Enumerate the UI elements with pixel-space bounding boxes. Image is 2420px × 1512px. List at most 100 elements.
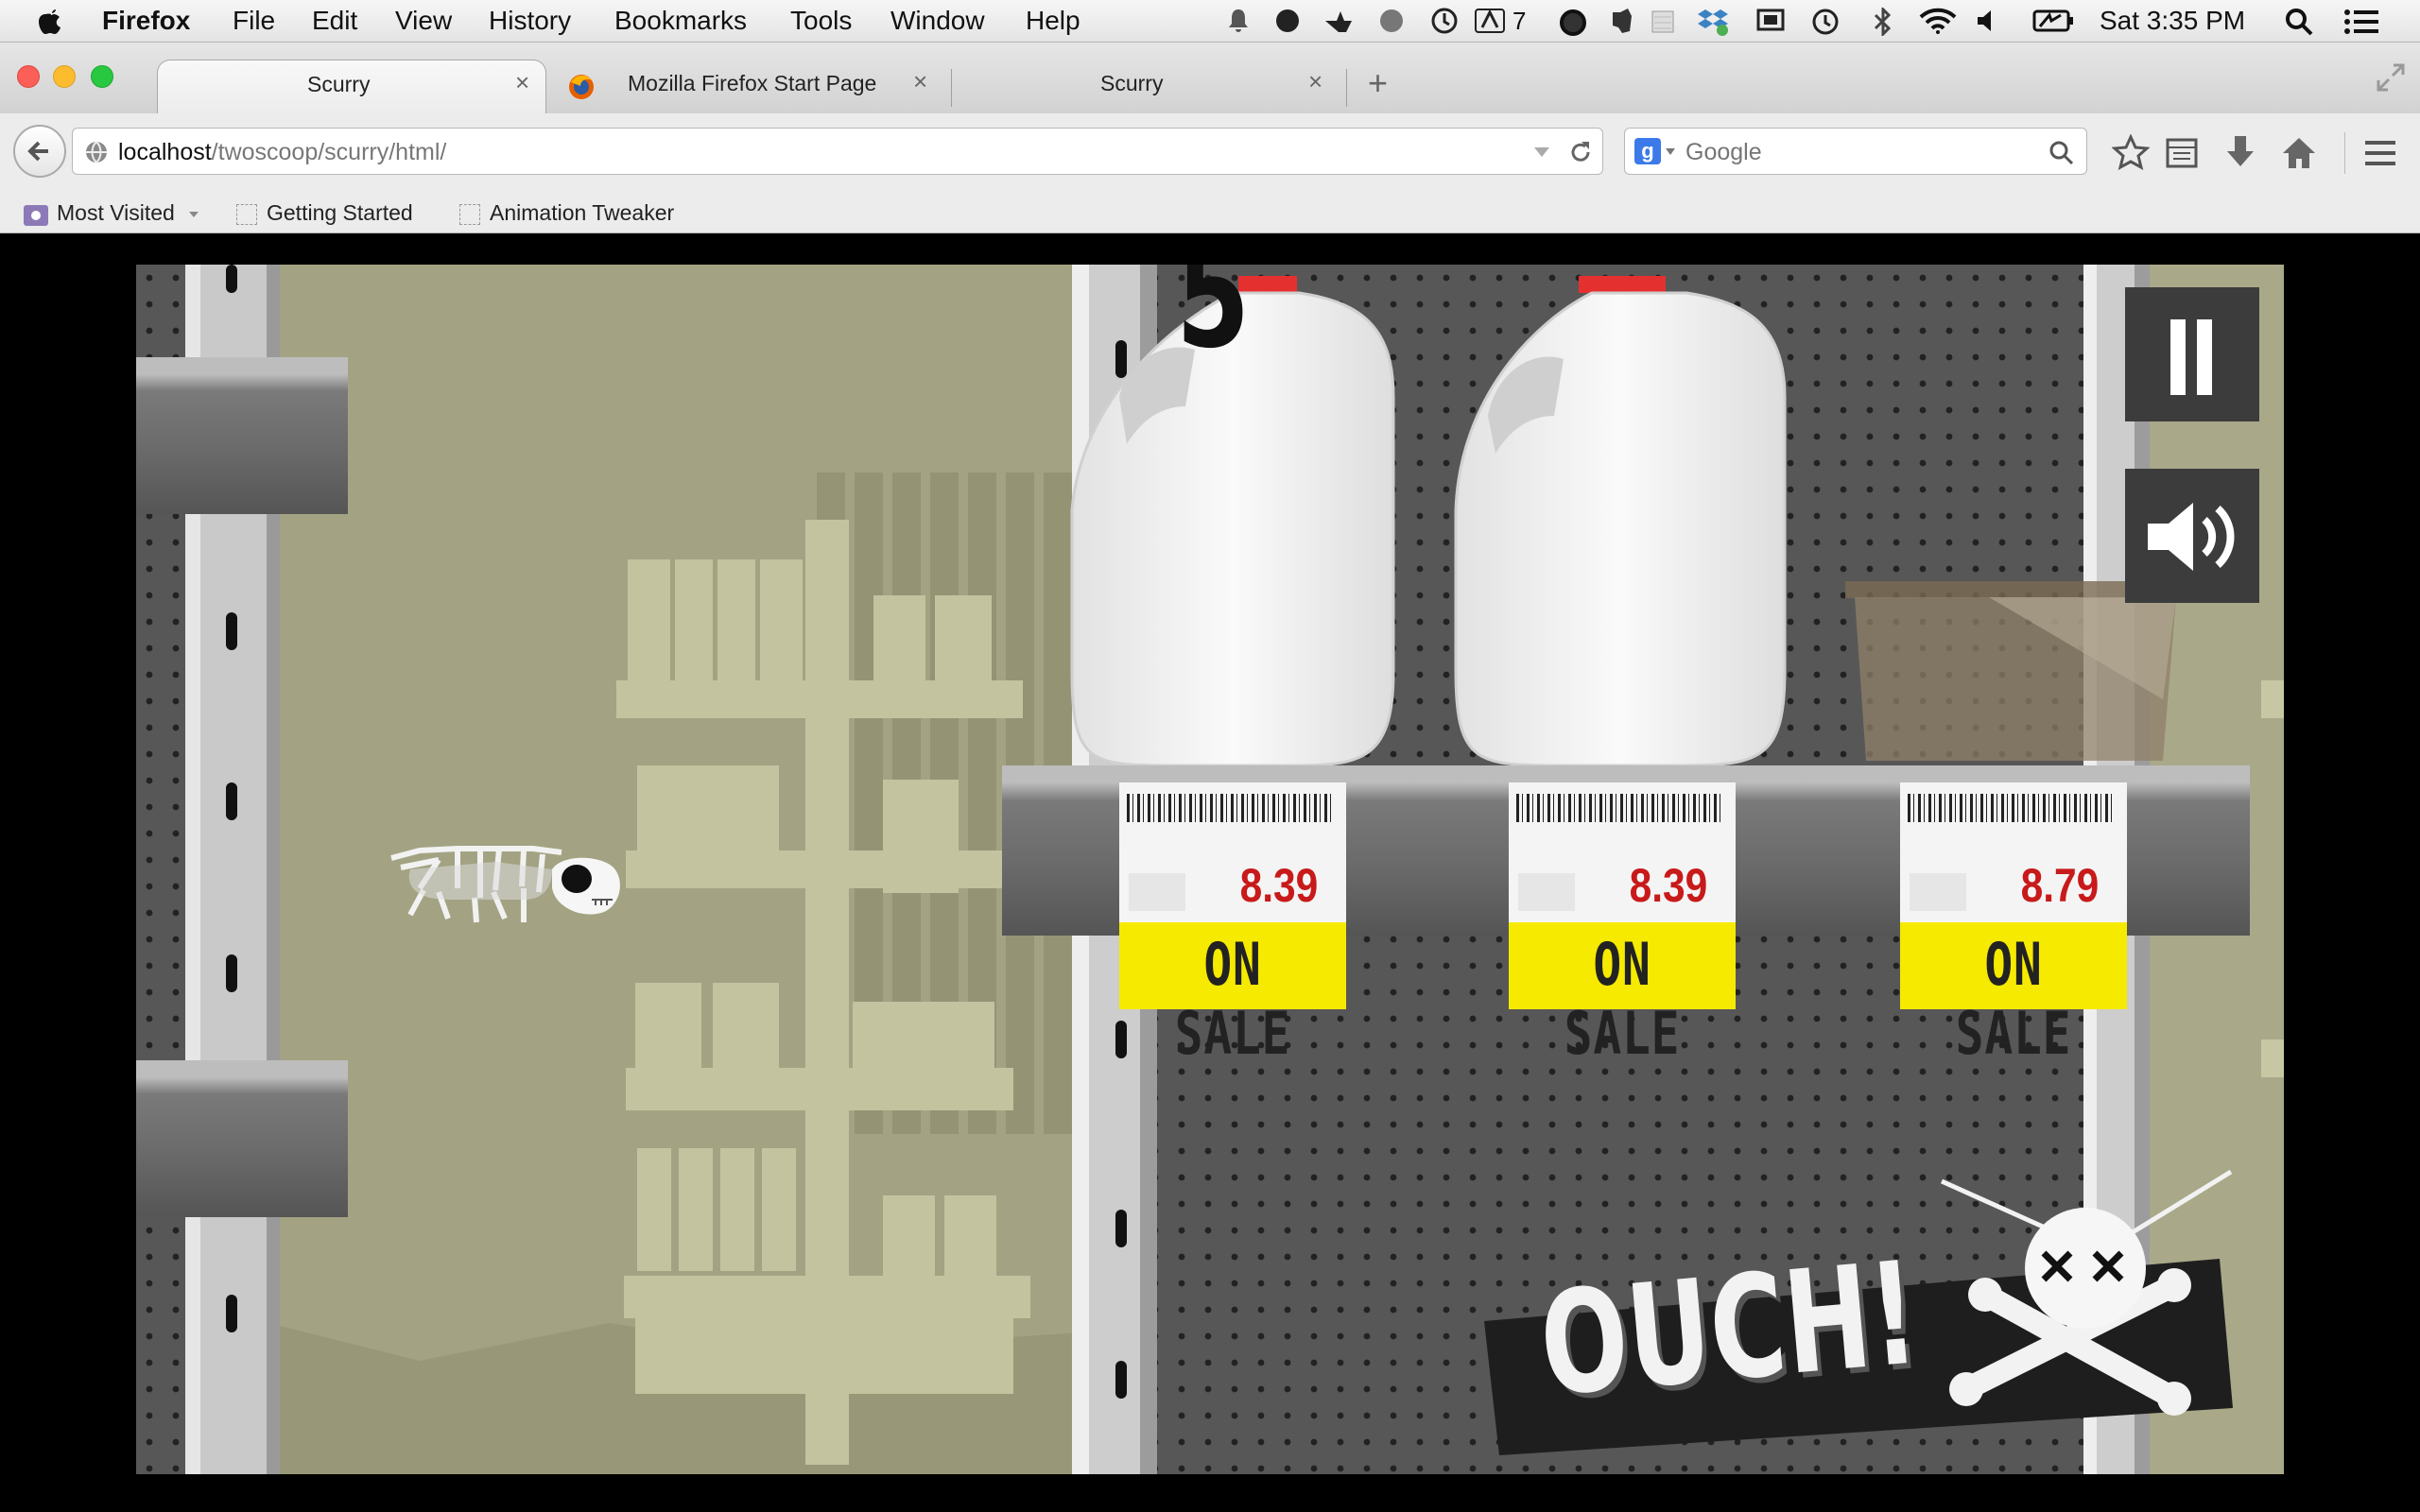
- search-engine-dropdown-icon[interactable]: [1665, 147, 1676, 157]
- volume-icon[interactable]: [1976, 9, 2000, 33]
- tab-title: Scurry: [1100, 71, 1164, 95]
- evernote-icon[interactable]: [1609, 7, 1634, 35]
- url-text: localhost/twoscoop/scurry/html/: [118, 139, 446, 166]
- menu-file[interactable]: File: [233, 0, 275, 42]
- price-value: 8.39: [1239, 859, 1318, 912]
- home-icon[interactable]: [2280, 134, 2318, 172]
- ouch-text: OUCH!: [1533, 1231, 1925, 1429]
- spotlight-search-icon[interactable]: [2284, 7, 2314, 37]
- navigation-toolbar: localhost/twoscoop/scurry/html/ g: [0, 113, 2420, 193]
- adobe-icon[interactable]: [1475, 9, 1505, 33]
- search-input[interactable]: [1684, 134, 2028, 170]
- firefox-icon: [569, 75, 594, 99]
- plastic-bin: [1845, 581, 2182, 761]
- barcode: [1908, 794, 2116, 822]
- bluetooth-icon[interactable]: [1870, 8, 1896, 36]
- bookmark-getting-started[interactable]: Getting Started: [236, 200, 413, 226]
- toolbar-divider: [2344, 132, 2345, 174]
- price-tag: 8.39 ON SALE: [1509, 782, 1736, 1068]
- menu-help[interactable]: Help: [1026, 0, 1080, 42]
- bookmarks-menu-icon[interactable]: [2165, 136, 2199, 170]
- url-history-dropdown-icon[interactable]: [1532, 146, 1551, 159]
- price-tag: 8.39 ON SALE: [1119, 782, 1346, 1068]
- price-value: 8.39: [1629, 859, 1707, 912]
- notification-bell-icon[interactable]: [1227, 8, 1250, 34]
- pause-button[interactable]: [2125, 287, 2259, 421]
- wifi-icon[interactable]: [1919, 8, 1957, 34]
- window-close-button[interactable]: [17, 65, 40, 88]
- window-zoom-button[interactable]: [91, 65, 113, 88]
- url-path: /twoscoop/scurry/html/: [211, 139, 447, 165]
- bookmark-star-icon[interactable]: [2112, 134, 2150, 172]
- menubar-clock[interactable]: Sat 3:35 PM: [2100, 0, 2245, 42]
- search-icon[interactable]: [2048, 140, 2075, 166]
- barcode: [1516, 794, 1724, 822]
- sale-text: ON SALE: [1174, 930, 1291, 1068]
- price-label-block: [1910, 873, 1966, 911]
- back-button[interactable]: [13, 125, 66, 178]
- sale-text: ON SALE: [1955, 930, 2072, 1068]
- bookmark-label: Animation Tweaker: [490, 200, 675, 225]
- game-canvas[interactable]: 5 8.39 ON SALE 8.39 ON SALE 8.79 ON SALE: [136, 265, 2284, 1474]
- display-mirroring-icon[interactable]: [1756, 9, 1785, 33]
- bookmark-label: Getting Started: [267, 200, 413, 225]
- menu-bookmarks[interactable]: Bookmarks: [614, 0, 747, 42]
- bookmark-label: Most Visited: [57, 200, 175, 225]
- price-label-block: [1518, 873, 1575, 911]
- downloads-icon[interactable]: [2223, 134, 2257, 172]
- score-counter: 5: [1176, 265, 1251, 380]
- apple-icon[interactable]: [38, 6, 64, 36]
- google-icon[interactable]: g: [1634, 138, 1661, 164]
- price-tag: 8.79 ON SALE: [1900, 782, 2127, 1068]
- ouch-banner: OUCH!: [1484, 1169, 2240, 1455]
- tab-close-icon[interactable]: ×: [913, 67, 927, 96]
- status-app-icon-3[interactable]: [1380, 9, 1403, 32]
- window-minimize-button[interactable]: [53, 65, 76, 88]
- price-label-block: [1129, 873, 1185, 911]
- tab-strip: Scurry × Mozilla Firefox Start Page × Sc…: [0, 43, 2420, 114]
- new-tab-button[interactable]: +: [1368, 63, 1388, 103]
- cockroach-skeleton-player: [390, 846, 620, 923]
- menu-view[interactable]: View: [395, 0, 452, 42]
- app-menu-firefox[interactable]: Firefox: [102, 0, 190, 42]
- dropbox-icon[interactable]: [1698, 8, 1728, 36]
- price-value: 8.79: [2020, 859, 2099, 912]
- menu-edit[interactable]: Edit: [312, 0, 357, 42]
- tab-divider: [1346, 69, 1347, 107]
- fullscreen-icon[interactable]: [2377, 63, 2405, 92]
- search-bar[interactable]: g: [1624, 128, 2087, 175]
- status-app-icon-2[interactable]: [1323, 8, 1354, 34]
- bookmarks-toolbar: Most Visited Getting Started Animation T…: [0, 193, 2420, 233]
- menu-history[interactable]: History: [489, 0, 571, 42]
- notification-center-icon[interactable]: [2344, 9, 2378, 35]
- barcode: [1127, 794, 1335, 822]
- bookmark-animation-tweaker[interactable]: Animation Tweaker: [459, 200, 674, 226]
- tab-close-icon[interactable]: ×: [1308, 67, 1322, 96]
- tab-close-icon[interactable]: ×: [515, 68, 529, 97]
- globe-icon: [86, 141, 107, 163]
- reload-icon[interactable]: [1568, 140, 1593, 164]
- url-host: localhost: [118, 139, 212, 165]
- status-app-icon-6[interactable]: [1651, 9, 1675, 34]
- pause-icon: [2170, 319, 2212, 395]
- tab-scurry-active[interactable]: Scurry ×: [157, 60, 546, 114]
- menu-bar: Firefox File Edit View History Bookmarks…: [0, 0, 2420, 43]
- bookmark-most-visited[interactable]: Most Visited: [23, 200, 199, 227]
- hamburger-menu-icon[interactable]: [2363, 138, 2397, 168]
- status-app-icon-4[interactable]: [1431, 8, 1458, 34]
- url-bar[interactable]: localhost/twoscoop/scurry/html/: [72, 128, 1603, 175]
- time-machine-icon[interactable]: [1811, 8, 1840, 36]
- sound-toggle-button[interactable]: [2125, 469, 2259, 603]
- tab-mozilla-start-page[interactable]: Mozilla Firefox Start Page ×: [563, 60, 942, 113]
- tab-scurry[interactable]: Scurry ×: [955, 60, 1342, 113]
- menu-tools[interactable]: Tools: [790, 0, 852, 42]
- tab-divider: [951, 69, 952, 107]
- bookmark-placeholder-icon: [236, 203, 257, 225]
- menu-window[interactable]: Window: [890, 0, 985, 42]
- status-app-icon-1[interactable]: [1276, 9, 1299, 32]
- chevron-down-icon: [189, 211, 199, 217]
- status-app-icon-5[interactable]: [1560, 9, 1586, 36]
- dead-skull-crossbones-icon: [1940, 1169, 2233, 1416]
- tab-title: Scurry: [307, 72, 371, 96]
- battery-icon[interactable]: [2032, 9, 2074, 32]
